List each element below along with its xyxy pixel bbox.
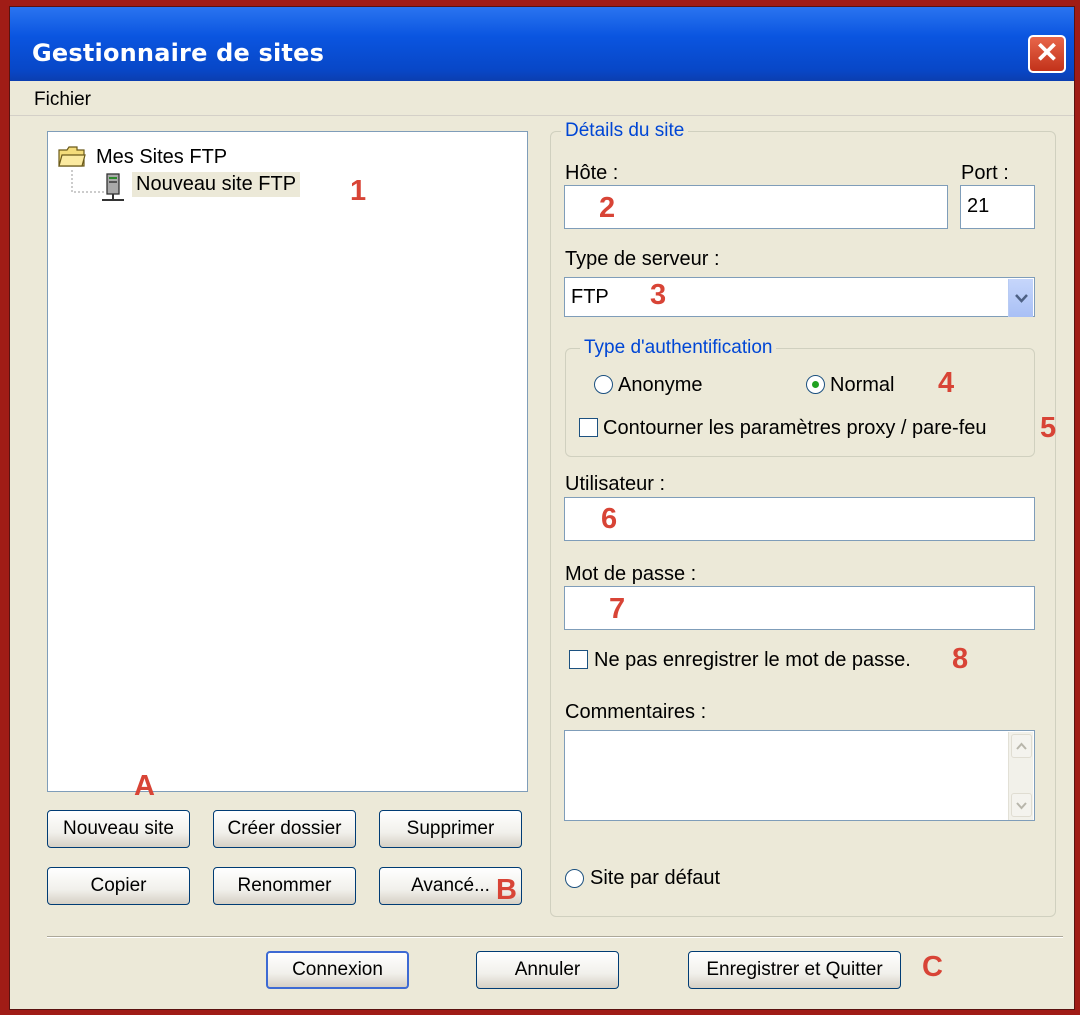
annotation-b: B <box>496 874 517 906</box>
connect-button[interactable]: Connexion <box>266 951 409 989</box>
annotation-c: C <box>922 951 943 983</box>
site-tree[interactable]: Mes Sites FTP Nouveau site FTP <box>47 131 528 792</box>
scroll-up-icon[interactable] <box>1011 734 1032 758</box>
password-input[interactable] <box>564 586 1035 630</box>
close-icon[interactable]: ✕ <box>1028 35 1066 73</box>
create-folder-button[interactable]: Créer dossier <box>213 810 356 848</box>
new-site-button[interactable]: Nouveau site <box>47 810 190 848</box>
auth-anonymous-radio[interactable] <box>594 375 613 394</box>
auth-type-legend: Type d'authentification <box>580 337 777 359</box>
server-type-label: Type de serveur : <box>565 248 720 270</box>
auth-normal-radio[interactable] <box>806 375 825 394</box>
annotation-5: 5 <box>1040 412 1057 444</box>
host-label: Hôte : <box>565 162 619 184</box>
server-type-value: FTP <box>571 286 609 308</box>
tree-child-label[interactable]: Nouveau site FTP <box>132 172 301 197</box>
title-bar[interactable]: Gestionnaire de sites ✕ <box>10 7 1074 81</box>
copy-button[interactable]: Copier <box>47 867 190 905</box>
chevron-down-icon[interactable] <box>1008 279 1033 317</box>
save-quit-button[interactable]: Enregistrer et Quitter <box>688 951 901 989</box>
annotation-a: A <box>134 770 155 802</box>
auth-type-group <box>565 348 1035 457</box>
delete-button[interactable]: Supprimer <box>379 810 522 848</box>
cancel-button[interactable]: Annuler <box>476 951 619 989</box>
annotation-8: 8 <box>952 643 969 675</box>
dont-save-password-label[interactable]: Ne pas enregistrer le mot de passe. <box>594 649 911 672</box>
window-title: Gestionnaire de sites <box>32 39 325 67</box>
dont-save-password-checkbox[interactable] <box>569 650 588 669</box>
menu-fichier[interactable]: Fichier <box>34 89 91 111</box>
password-label: Mot de passe : <box>565 563 697 585</box>
user-input[interactable] <box>564 497 1035 541</box>
site-details-legend: Détails du site <box>561 120 689 142</box>
user-label: Utilisateur : <box>565 473 666 495</box>
bottom-separator <box>47 936 1063 938</box>
comments-scrollbar[interactable] <box>1008 732 1033 820</box>
default-site-label[interactable]: Site par défaut <box>590 867 720 890</box>
port-input[interactable]: 21 <box>960 185 1035 229</box>
comments-label: Commentaires : <box>565 701 707 723</box>
auth-normal-label[interactable]: Normal <box>830 374 894 397</box>
annotation-2: 2 <box>599 192 616 224</box>
menu-bar: Fichier <box>10 81 1074 116</box>
annotation-1: 1 <box>350 175 367 207</box>
server-icon <box>102 173 124 201</box>
tree-root-label[interactable]: Mes Sites FTP <box>96 146 227 169</box>
rename-button[interactable]: Renommer <box>213 867 356 905</box>
site-manager-window: Gestionnaire de sites ✕ Fichier Mes Site… <box>9 6 1075 1010</box>
bypass-proxy-checkbox[interactable] <box>579 418 598 437</box>
annotation-7: 7 <box>609 593 626 625</box>
annotation-3: 3 <box>650 279 667 311</box>
annotation-6: 6 <box>601 503 618 535</box>
host-input[interactable] <box>564 185 948 229</box>
scroll-down-icon[interactable] <box>1011 793 1032 817</box>
comments-textarea[interactable] <box>564 730 1035 821</box>
annotation-4: 4 <box>938 367 955 399</box>
auth-anonymous-label[interactable]: Anonyme <box>618 374 703 397</box>
port-label: Port : <box>961 162 1009 184</box>
bypass-proxy-label[interactable]: Contourner les paramètres proxy / pare-f… <box>603 417 987 440</box>
server-type-select[interactable]: FTP <box>564 277 1035 317</box>
default-site-radio[interactable] <box>565 869 584 888</box>
folder-icon <box>58 146 86 167</box>
